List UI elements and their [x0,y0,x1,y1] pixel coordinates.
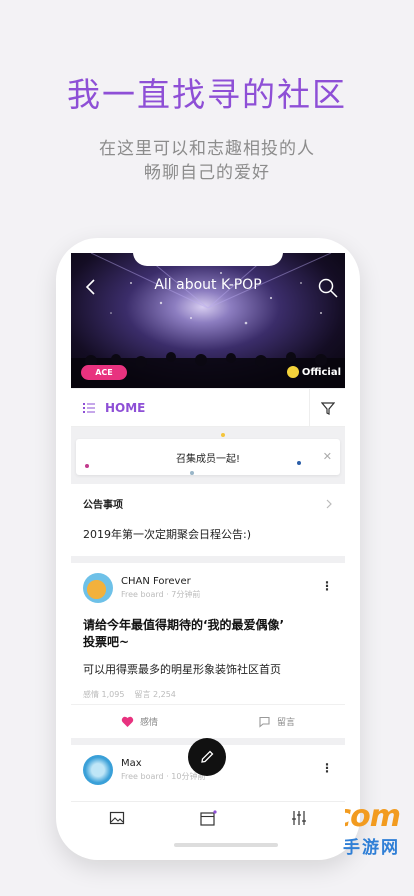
post-author: CHAN Forever Free board · 7分钟前 ⋮ [83,573,333,603]
post-title-line-1: 请给今年最值得期待的‘我的最爱偶像’ [83,618,285,632]
like-button[interactable]: 感情 [71,705,208,738]
post-meta: Free board · 10分钟前 [121,772,206,781]
calendar-icon [200,810,217,826]
subline-2: 畅聊自己的爱好 [144,163,270,183]
notice-body: 2019年第一次定期聚会日程公告:) [83,528,251,541]
close-icon[interactable]: ✕ [323,450,332,463]
comment-button[interactable]: 留言 [208,705,345,738]
comments-count: 留言 2,254 [134,690,176,699]
watermark-site-name: 手游网 [343,838,400,858]
invite-text: 召集成员一起! [175,453,240,465]
post-title-line-2: 投票吧~ [83,635,130,649]
filter-button[interactable] [309,389,345,426]
confetti-dot [190,471,194,475]
heart-icon [121,716,134,727]
nav-gallery[interactable] [71,802,162,847]
home-indicator [174,843,278,847]
community-hero: All about K-POP ACE Official [71,253,345,388]
phone-frame: All about K-POP ACE Official HOME 召集成员一起… [56,238,360,860]
home-tab-bar: HOME [71,389,345,427]
post-board: Free board [121,590,164,599]
comment-icon [259,716,270,728]
post-board: Free board [121,772,164,781]
post-title: 请给今年最值得期待的‘我的最爱偶像’ 投票吧~ [83,617,333,651]
avatar[interactable] [83,573,113,603]
chevron-right-icon [326,499,332,508]
confetti-dot [297,461,301,465]
likes-count: 感情 1,095 [83,690,125,699]
tab-home-label: HOME [105,400,146,415]
post-stats: 感情 1,095 留言 2,254 [83,689,333,700]
post-card[interactable]: CHAN Forever Free board · 7分钟前 ⋮ 请给今年最值得… [71,563,345,738]
invite-banner[interactable]: 召集成员一起! ✕ [76,439,340,475]
official-icon [286,366,299,378]
image-icon [109,811,124,825]
post-time: 7分钟前 [171,590,201,599]
subline-1: 在这里可以和志趣相投的人 [99,139,315,159]
filter-icon [320,401,335,415]
comment-label: 留言 [276,718,295,728]
search-button[interactable] [317,277,339,299]
like-label: 感情 [139,718,158,728]
app-screen: All about K-POP ACE Official HOME 召集成员一起… [71,253,345,847]
official-badge: Official [286,366,341,378]
post-meta: Free board · 7分钟前 [121,590,201,599]
tab-home[interactable]: HOME [71,389,309,426]
headline: 我一直找寻的社区 [67,75,347,114]
post-body: 可以用得票最多的明星形象装饰社区首页 [83,663,281,676]
compose-button[interactable] [188,738,226,776]
post-actions: 感情 留言 [71,704,345,738]
confetti-dot [85,464,89,468]
avatar[interactable] [83,755,113,785]
pencil-icon [201,750,214,763]
bottom-nav [71,801,345,847]
community-title: All about K-POP [154,277,262,293]
author-name: CHAN Forever [121,576,191,587]
nav-settings[interactable] [254,802,345,847]
notice-heading: 公告事项 [83,500,123,511]
notice-card[interactable]: 公告事项 2019年第一次定期聚会日程公告:) [71,484,345,556]
sliders-icon [292,811,307,825]
phone-notch [133,253,283,266]
list-icon [83,402,95,413]
more-options-icon[interactable]: ⋮ [321,579,333,593]
official-label: Official [301,366,341,378]
notice-header: 公告事项 [83,496,333,511]
more-options-icon[interactable]: ⋮ [321,761,333,775]
search-icon [318,278,338,298]
ace-badge: ACE [81,365,127,380]
confetti-dot [221,433,225,437]
nav-calendar[interactable] [162,802,253,847]
